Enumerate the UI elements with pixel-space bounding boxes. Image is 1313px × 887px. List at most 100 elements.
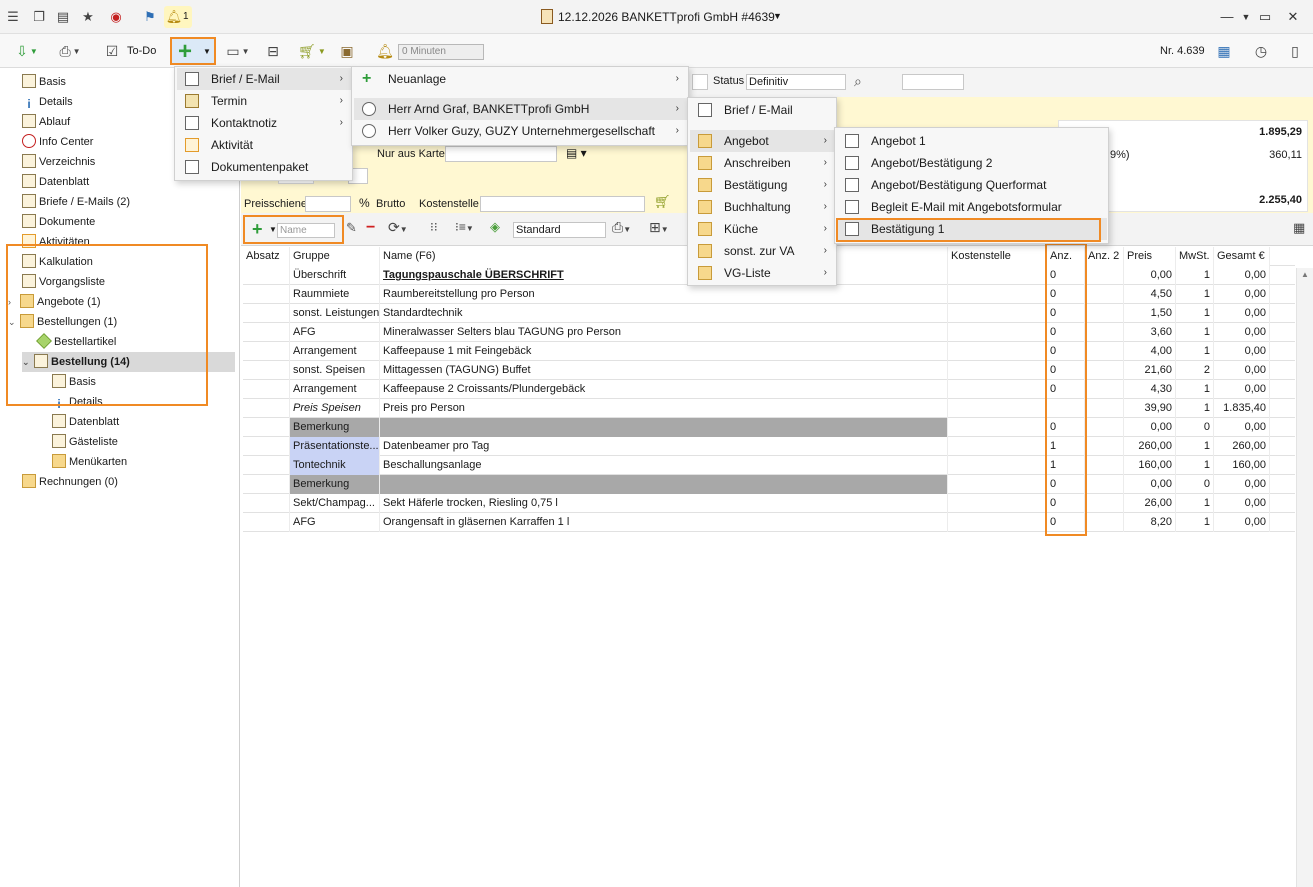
tag-icon[interactable]: ◈ xyxy=(490,219,500,235)
table-row[interactable]: Präsentationste... Datenbeamer pro Tag 1 26… xyxy=(243,437,1295,456)
menu-item-sonst-va-folder[interactable]: sonst. zur VA › xyxy=(690,240,835,262)
cell-absatz[interactable] xyxy=(243,437,290,456)
cell-mwst[interactable]: 0 xyxy=(1176,475,1214,494)
hamburger-menu-icon[interactable]: ☰ xyxy=(4,8,22,26)
col-header-name[interactable]: Name (F6) xyxy=(380,247,948,266)
table-row[interactable]: AFG Mineralwasser Selters blau TAGUNG pro… xyxy=(243,323,1295,342)
sidepanel-icon[interactable]: ▯ xyxy=(1284,39,1306,63)
todo-button-label[interactable]: To-Do xyxy=(127,45,156,57)
table-row[interactable]: Arrangement Kaffeepause 2 Croissants/Plun… xyxy=(243,380,1295,399)
reminder-minutes-field[interactable]: 0 Minuten xyxy=(398,44,484,60)
cell-name[interactable]: Orangensaft in gläsernen Karraffen 1 l xyxy=(380,513,948,532)
cell-kostenstelle[interactable] xyxy=(948,304,1047,323)
cell-kostenstelle[interactable] xyxy=(948,494,1047,513)
cell-gesamt[interactable]: 0,00 xyxy=(1214,323,1270,342)
cell-mwst[interactable]: 1 xyxy=(1176,494,1214,513)
cell-gruppe[interactable]: Arrangement xyxy=(290,380,380,399)
cell-anz2[interactable] xyxy=(1085,380,1124,399)
cell-anz2[interactable] xyxy=(1085,418,1124,437)
tree-item-rechnungen[interactable]: Rechnungen (0) xyxy=(22,472,118,492)
table-row[interactable]: sonst. Speisen Mittagessen (TAGUNG) Buffe… xyxy=(243,361,1295,380)
cell-gruppe[interactable]: AFG xyxy=(290,323,380,342)
vertical-scrollbar[interactable]: ▲ xyxy=(1296,268,1313,887)
menu-item-begleit-email[interactable]: Begleit E-Mail mit Angebotsformular xyxy=(837,196,1107,218)
dropdown-icon[interactable]: ▼ xyxy=(1237,12,1255,22)
cell-gruppe[interactable]: AFG xyxy=(290,513,380,532)
tree-item-info-center[interactable]: Info Center xyxy=(22,132,93,152)
status-prefix-field[interactable] xyxy=(692,74,708,90)
cell-absatz[interactable] xyxy=(243,266,290,285)
cell-mwst[interactable]: 0 xyxy=(1176,418,1214,437)
table-row[interactable]: Sekt/Champag... Sekt Häferle trocken, Rie… xyxy=(243,494,1295,513)
menu-item-brief-email[interactable]: Brief / E-Mail › xyxy=(177,68,351,90)
menu-item-dokumentenpaket[interactable]: Dokumentenpaket xyxy=(177,156,351,178)
cell-absatz[interactable] xyxy=(243,361,290,380)
tree-item-briefe[interactable]: Briefe / E-Mails (2) xyxy=(22,192,130,212)
status-extra-field[interactable] xyxy=(902,74,964,90)
cell-kostenstelle[interactable] xyxy=(948,285,1047,304)
cell-kostenstelle[interactable] xyxy=(948,437,1047,456)
tree-item-details[interactable]: i Details xyxy=(22,92,73,112)
cell-preis[interactable]: 4,50 xyxy=(1124,285,1176,304)
cell-mwst[interactable]: 1 xyxy=(1176,323,1214,342)
cell-kostenstelle[interactable] xyxy=(948,418,1047,437)
cell-preis[interactable]: 3,60 xyxy=(1124,323,1176,342)
table-row[interactable]: Bemerkung 0 0,00 0 0,00 xyxy=(243,418,1295,437)
cell-absatz[interactable] xyxy=(243,285,290,304)
cell-gesamt[interactable]: 0,00 xyxy=(1214,513,1270,532)
col-header-kostenstelle[interactable]: Kostenstelle xyxy=(948,247,1047,266)
col-header-absatz[interactable]: Absatz xyxy=(243,247,290,266)
cell-name[interactable]: Mittagessen (TAGUNG) Buffet xyxy=(380,361,948,380)
cell-absatz[interactable] xyxy=(243,418,290,437)
refresh-icon[interactable]: ⟳▼ xyxy=(388,219,408,236)
cell-gruppe[interactable]: Präsentationste... xyxy=(290,437,380,456)
table-row[interactable]: Arrangement Kaffeepause 1 mit Feingebäck 0… xyxy=(243,342,1295,361)
col-header-gruppe[interactable]: Gruppe xyxy=(290,247,380,266)
scroll-up-icon[interactable]: ▲ xyxy=(1301,270,1309,279)
cell-absatz[interactable] xyxy=(243,342,290,361)
tree-item-datenblatt[interactable]: Datenblatt xyxy=(22,172,89,192)
cell-preis[interactable]: 39,90 xyxy=(1124,399,1176,418)
menu-item-termin[interactable]: Termin › xyxy=(177,90,351,112)
percent-icon[interactable]: % xyxy=(359,196,370,210)
cell-mwst[interactable]: 1 xyxy=(1176,304,1214,323)
table-icon[interactable]: ⊞▼ xyxy=(649,219,669,236)
tree-item-bestellung-datenblatt[interactable]: Datenblatt xyxy=(52,412,119,432)
edit-pencil-icon[interactable]: ✎ xyxy=(346,220,357,236)
cell-absatz[interactable] xyxy=(243,380,290,399)
import-button[interactable]: ⇩ ▼ xyxy=(8,39,46,63)
table-row[interactable]: Bemerkung 0 0,00 0 0,00 xyxy=(243,475,1295,494)
cell-kostenstelle[interactable] xyxy=(948,380,1047,399)
cart-button[interactable]: 🛒︎ ▼ xyxy=(292,39,332,63)
history-icon[interactable]: ◷ xyxy=(1250,39,1272,63)
cell-name[interactable] xyxy=(380,418,948,437)
cell-name[interactable]: Preis pro Person xyxy=(380,399,948,418)
cell-anz2[interactable] xyxy=(1085,399,1124,418)
cart-icon[interactable]: 🛒︎ xyxy=(654,194,671,210)
cell-preis[interactable]: 8,20 xyxy=(1124,513,1176,532)
cell-anz2[interactable] xyxy=(1085,323,1124,342)
cell-anz2[interactable] xyxy=(1085,304,1124,323)
cell-kostenstelle[interactable] xyxy=(948,456,1047,475)
table-row[interactable]: AFG Orangensaft in gläsernen Karraffen 1 … xyxy=(243,513,1295,532)
cell-gruppe[interactable]: Preis Speisen xyxy=(290,399,380,418)
cell-absatz[interactable] xyxy=(243,399,290,418)
cell-kostenstelle[interactable] xyxy=(948,475,1047,494)
todo-icon[interactable]: ☑ xyxy=(101,39,123,63)
cell-absatz[interactable] xyxy=(243,513,290,532)
cell-anz2[interactable] xyxy=(1085,456,1124,475)
cell-gesamt[interactable]: 0,00 xyxy=(1214,342,1270,361)
cell-kostenstelle[interactable] xyxy=(948,342,1047,361)
cell-preis[interactable]: 160,00 xyxy=(1124,456,1176,475)
cell-name[interactable]: Datenbeamer pro Tag xyxy=(380,437,948,456)
cell-gesamt[interactable]: 0,00 xyxy=(1214,380,1270,399)
tree-item-basis[interactable]: Basis xyxy=(22,72,66,92)
menu-item-neuanlage[interactable]: + Neuanlage › xyxy=(354,68,687,90)
cell-mwst[interactable]: 1 xyxy=(1176,342,1214,361)
cell-kostenstelle[interactable] xyxy=(948,513,1047,532)
cell-gesamt[interactable]: 0,00 xyxy=(1214,361,1270,380)
cell-anz2[interactable] xyxy=(1085,285,1124,304)
table-row[interactable]: Raummiete Raumbereitstellung pro Person 0 4… xyxy=(243,285,1295,304)
cell-name[interactable]: Kaffeepause 1 mit Feingebäck xyxy=(380,342,948,361)
cell-absatz[interactable] xyxy=(243,475,290,494)
